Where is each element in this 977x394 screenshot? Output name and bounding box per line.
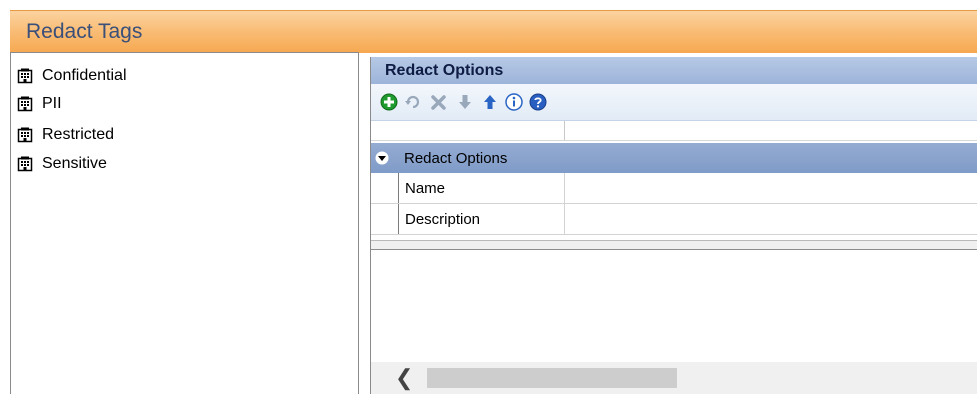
column-divider bbox=[564, 173, 565, 203]
refresh-icon[interactable] bbox=[404, 93, 422, 111]
move-up-icon[interactable] bbox=[481, 93, 499, 111]
help-icon[interactable] bbox=[529, 93, 547, 111]
tag-item-sensitive[interactable]: Sensitive bbox=[17, 153, 107, 175]
building-icon bbox=[17, 68, 33, 84]
horizontal-scrollbar[interactable]: ❮ bbox=[371, 362, 977, 394]
panel-header-label: Redact Options bbox=[385, 62, 504, 79]
property-name: Name bbox=[405, 180, 446, 197]
grid-header bbox=[371, 121, 977, 141]
tag-item-restricted[interactable]: Restricted bbox=[17, 124, 114, 146]
column-divider bbox=[564, 121, 565, 140]
scroll-left-icon[interactable]: ❮ bbox=[395, 367, 413, 389]
collapse-icon[interactable] bbox=[375, 151, 389, 165]
property-row-description[interactable]: Description bbox=[371, 204, 977, 235]
row-margin bbox=[371, 173, 399, 203]
row-margin bbox=[371, 204, 399, 234]
category-label: Redact Options bbox=[404, 150, 508, 167]
building-icon bbox=[17, 127, 33, 143]
building-icon bbox=[17, 156, 33, 172]
building-icon bbox=[17, 96, 33, 112]
category-row-redact-options[interactable]: Redact Options bbox=[371, 143, 977, 173]
splitter[interactable] bbox=[371, 240, 977, 250]
property-row-name[interactable]: Name bbox=[371, 173, 977, 204]
tag-label: Confidential bbox=[42, 67, 127, 84]
info-icon[interactable] bbox=[505, 93, 523, 111]
tag-list[interactable]: Confidential PII Restricted Sensitive bbox=[10, 52, 359, 394]
delete-icon[interactable] bbox=[430, 93, 448, 111]
panel-header: Redact Options bbox=[371, 57, 977, 84]
property-name: Description bbox=[405, 211, 481, 228]
move-down-icon[interactable] bbox=[456, 93, 474, 111]
redact-options-panel: Redact Options Redact Options Name Descr… bbox=[370, 57, 977, 394]
title-bar: Redact Tags bbox=[10, 10, 977, 53]
add-icon[interactable] bbox=[380, 93, 398, 111]
window-title: Redact Tags bbox=[26, 20, 143, 43]
tag-label: Restricted bbox=[42, 126, 115, 143]
tag-item-confidential[interactable]: Confidential bbox=[17, 65, 127, 87]
tag-label: Sensitive bbox=[42, 155, 107, 172]
toolbar bbox=[371, 84, 977, 121]
scrollbar-thumb[interactable] bbox=[427, 368, 677, 388]
description-area bbox=[371, 250, 977, 362]
tag-label: PII bbox=[42, 95, 62, 112]
tag-item-pii[interactable]: PII bbox=[17, 93, 62, 115]
column-divider bbox=[564, 204, 565, 234]
